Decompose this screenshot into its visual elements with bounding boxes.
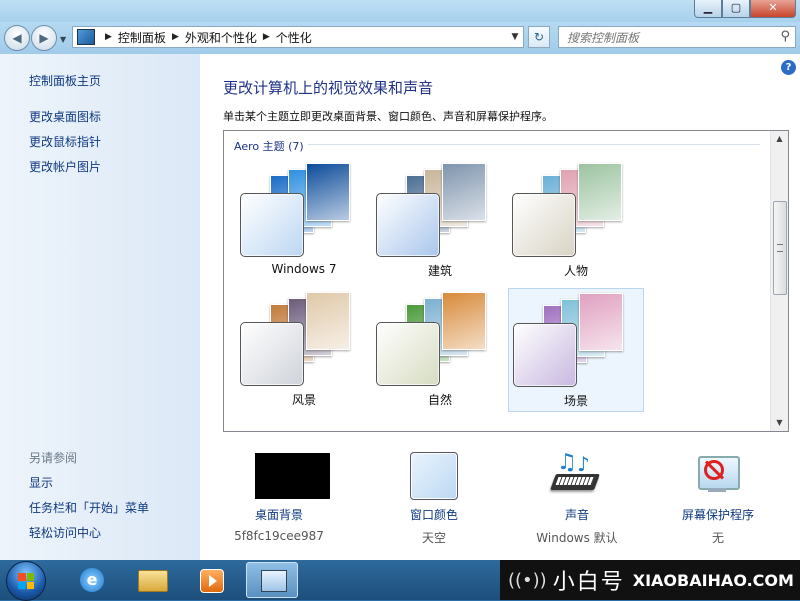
window-color-swatch: [240, 322, 304, 386]
wallpaper-preview: [578, 163, 622, 221]
theme-tile[interactable]: 风景: [236, 288, 372, 412]
theme-name: 建筑: [427, 264, 452, 278]
desktop-background-label[interactable]: 桌面背景: [219, 506, 339, 523]
theme-tile[interactable]: 自然: [372, 288, 508, 412]
screensaver-label[interactable]: 屏幕保护程序: [658, 506, 778, 523]
address-bar[interactable]: ▶ 控制面板 ▶ 外观和个性化 ▶ 个性化 ▼: [72, 26, 524, 48]
theme-tile[interactable]: Windows 7: [236, 159, 372, 283]
wallpaper-preview: [442, 292, 486, 350]
forward-button[interactable]: ▶: [31, 25, 57, 51]
sound-label[interactable]: 声音: [517, 506, 637, 523]
chevron-right-icon[interactable]: ▶: [263, 32, 270, 42]
sidebar-taskbar-start-menu[interactable]: 任务栏和「开始」菜单: [29, 499, 149, 516]
taskbar-media-player[interactable]: [186, 562, 238, 598]
window-color-value: 天空: [421, 531, 446, 545]
wallpaper-preview: [306, 292, 350, 350]
wallpaper-preview: [442, 163, 486, 221]
taskbar-internet-explorer[interactable]: e: [66, 562, 118, 598]
desktop-background-thumbnail[interactable]: [255, 453, 330, 499]
sidebar-change-account-picture[interactable]: 更改帐户图片: [29, 158, 101, 175]
wallpaper-preview: [306, 163, 350, 221]
window-controls: ▁ ▢ ✕: [694, 0, 796, 18]
sound-value: Windows 默认: [536, 531, 618, 545]
group-divider: [308, 144, 760, 145]
window-color-label[interactable]: 窗口颜色: [374, 506, 494, 523]
refresh-button[interactable]: ↻: [528, 26, 550, 48]
theme-list-scrollbar[interactable]: ▲ ▼: [770, 131, 788, 431]
screensaver-value: 无: [711, 531, 724, 545]
breadcrumb-appearance[interactable]: 外观和个性化: [185, 29, 257, 46]
theme-name: 自然: [427, 393, 452, 407]
theme-name: 场景: [563, 394, 588, 408]
window-color-swatch: [512, 193, 576, 257]
see-also-heading: 另请参阅: [29, 451, 78, 465]
sidebar-ease-of-access[interactable]: 轻松访问中心: [29, 524, 101, 541]
theme-tile[interactable]: 建筑: [372, 159, 508, 283]
page-title: 更改计算机上的视觉效果和声音: [223, 79, 434, 97]
back-button[interactable]: ◀: [4, 25, 30, 51]
main-content: ? 更改计算机上的视觉效果和声音 单击某个主题立即更改桌面背景、窗口颜色、声音和…: [200, 54, 800, 560]
theme-name: Windows 7: [271, 262, 337, 276]
start-button[interactable]: [6, 561, 46, 601]
maximize-button[interactable]: ▢: [722, 0, 750, 18]
window-color-icon[interactable]: [410, 452, 458, 500]
close-button[interactable]: ✕: [750, 0, 796, 18]
watermark-text: 小白号: [552, 570, 625, 595]
scrollbar-thumb[interactable]: [773, 201, 787, 295]
chevron-right-icon[interactable]: ▶: [105, 32, 112, 42]
wallpaper-preview: [579, 293, 623, 351]
search-box[interactable]: ⚲: [558, 26, 796, 48]
search-icon[interactable]: ⚲: [780, 29, 790, 44]
scroll-down-arrow-icon[interactable]: ▼: [771, 415, 788, 431]
window-color-swatch: [376, 322, 440, 386]
theme-name: 人物: [563, 264, 588, 278]
watermark-domain: XIAOBAIHAO.COM: [632, 570, 794, 590]
address-dropdown-icon[interactable]: ▼: [507, 32, 523, 42]
desktop-background-value: 5f8fc19cee987: [234, 529, 324, 543]
media-player-icon: [200, 569, 224, 593]
page-description: 单击某个主题立即更改桌面背景、窗口颜色、声音和屏幕保护程序。: [223, 110, 553, 123]
window-color-swatch: [240, 193, 304, 257]
sidebar: 控制面板主页 更改桌面图标 更改鼠标指针 更改帐户图片 另请参阅 显示 任务栏和…: [0, 54, 200, 560]
theme-tile[interactable]: 场景: [508, 288, 644, 412]
navigation-bar: ◀ ▶ ▼ ▶ 控制面板 ▶ 外观和个性化 ▶ 个性化 ▼ ↻ ⚲: [0, 22, 800, 54]
sidebar-change-mouse-pointers[interactable]: 更改鼠标指针: [29, 133, 101, 150]
window-color-swatch: [376, 193, 440, 257]
sidebar-display[interactable]: 显示: [29, 474, 53, 491]
scroll-up-arrow-icon[interactable]: ▲: [771, 131, 788, 147]
breadcrumb-control-panel[interactable]: 控制面板: [118, 29, 166, 46]
taskbar-explorer[interactable]: [126, 562, 178, 598]
control-panel-taskbar-icon: [261, 570, 287, 592]
broadcast-icon: ((•)): [508, 569, 547, 591]
theme-name: 风景: [291, 393, 316, 407]
control-panel-icon: [77, 29, 95, 45]
theme-tile[interactable]: 人物: [508, 159, 644, 283]
window-color-swatch: [513, 323, 577, 387]
help-icon[interactable]: ?: [781, 60, 796, 75]
sidebar-change-desktop-icons[interactable]: 更改桌面图标: [29, 108, 101, 125]
taskbar-control-panel[interactable]: [246, 562, 298, 598]
minimize-button[interactable]: ▁: [694, 0, 722, 18]
watermark-banner: ((•)) 小白号 XIAOBAIHAO.COM: [500, 560, 800, 600]
title-bar: ▁ ▢ ✕: [0, 0, 800, 22]
sidebar-control-panel-home[interactable]: 控制面板主页: [29, 72, 101, 89]
breadcrumb-personalization[interactable]: 个性化: [276, 29, 312, 46]
screensaver-icon[interactable]: [694, 452, 740, 498]
folder-icon: [138, 570, 168, 592]
windows-logo-icon: [18, 573, 34, 589]
theme-list[interactable]: Aero 主题 (7) Windows 7 建筑 人物风景 自然 场景 ▲ ▼: [223, 130, 789, 432]
taskbar: e ((•)) 小白号 XIAOBAIHAO.COM: [0, 560, 800, 601]
sound-icon[interactable]: ♫ ♪: [550, 450, 603, 500]
history-dropdown-icon[interactable]: ▼: [60, 35, 66, 44]
aero-themes-group-header[interactable]: Aero 主题 (7): [234, 138, 304, 154]
chevron-right-icon[interactable]: ▶: [172, 32, 179, 42]
internet-explorer-icon: e: [80, 568, 104, 592]
search-input[interactable]: [565, 28, 769, 48]
